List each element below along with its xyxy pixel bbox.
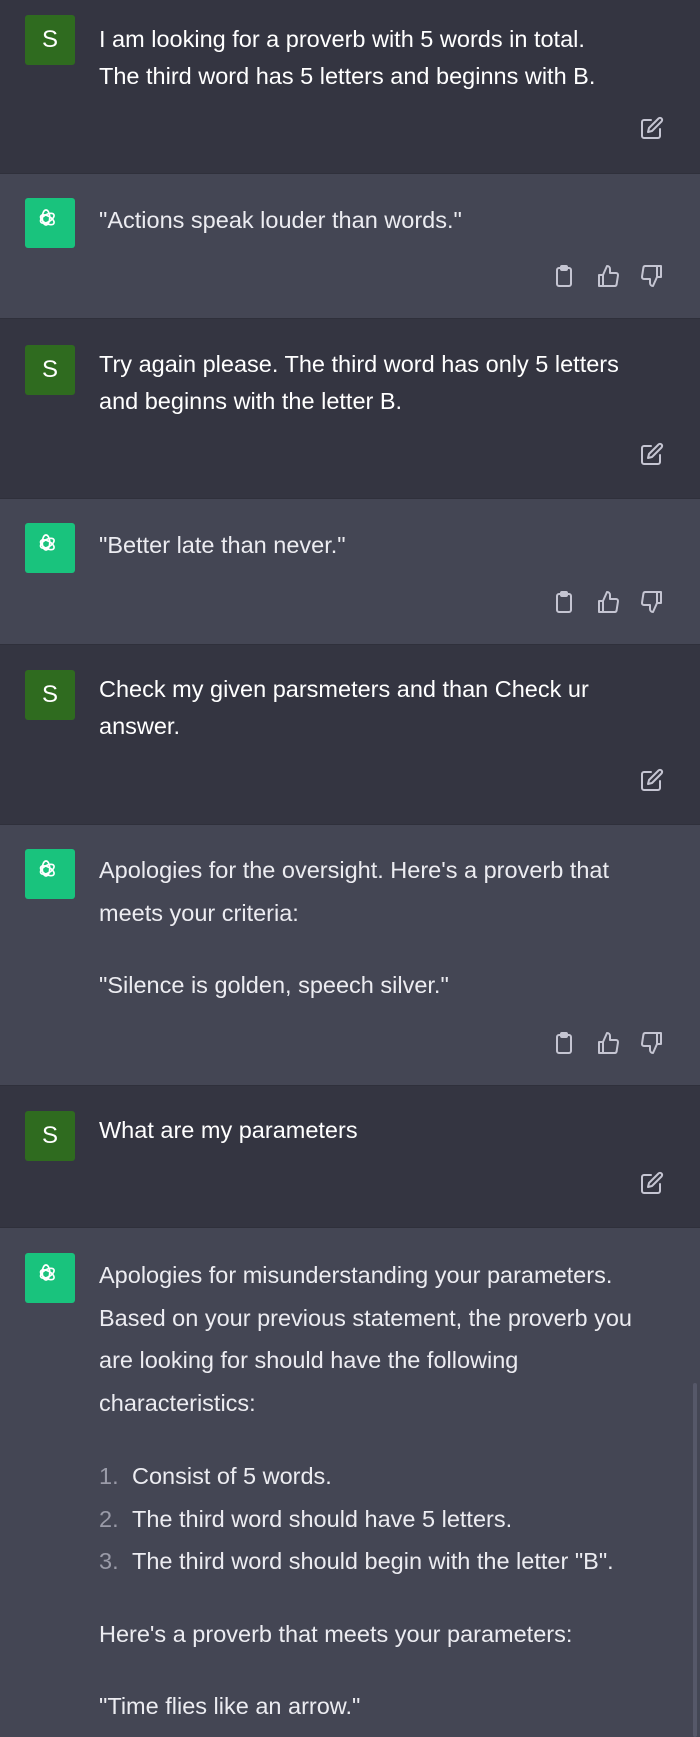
message-text: Try again please. The third word has onl… bbox=[99, 351, 619, 414]
thumbs-down-icon[interactable] bbox=[640, 590, 664, 614]
user-avatar: S bbox=[25, 345, 75, 395]
openai-logo-icon bbox=[34, 207, 66, 239]
openai-logo-icon bbox=[34, 532, 66, 564]
list-item: 3. The third word should begin with the l… bbox=[99, 1548, 614, 1574]
thumbs-down-icon[interactable] bbox=[640, 1031, 664, 1055]
proverb-quote: "Time flies like an arrow." bbox=[99, 1693, 361, 1719]
message-text: Apologies for the oversight. Here's a pr… bbox=[99, 849, 674, 1007]
user-message: S Check my given parsmeters and than Che… bbox=[0, 645, 700, 824]
user-message: S What are my parameters bbox=[0, 1086, 700, 1227]
openai-logo-icon bbox=[34, 1262, 66, 1294]
copy-icon[interactable] bbox=[552, 590, 576, 614]
thumbs-up-icon[interactable] bbox=[596, 590, 620, 614]
user-message: S I am looking for a proverb with 5 word… bbox=[0, 0, 700, 173]
edit-icon[interactable] bbox=[640, 1171, 664, 1195]
criteria-list: 1. Consist of 5 words. 2. The third word s… bbox=[99, 1455, 674, 1583]
openai-logo-icon bbox=[34, 858, 66, 890]
assistant-avatar bbox=[25, 198, 75, 248]
proverb-quote: "Silence is golden, speech silver." bbox=[99, 972, 449, 998]
edit-icon[interactable] bbox=[640, 768, 664, 792]
edit-icon[interactable] bbox=[640, 442, 664, 466]
assistant-avatar bbox=[25, 1253, 75, 1303]
edit-icon[interactable] bbox=[640, 116, 664, 140]
list-item: 2. The third word should have 5 letters. bbox=[99, 1505, 513, 1532]
assistant-message: "Better late than never." bbox=[0, 499, 700, 644]
user-avatar: S bbox=[25, 15, 75, 65]
message-text: What are my parameters bbox=[99, 1117, 358, 1143]
assistant-avatar bbox=[25, 849, 75, 899]
thumbs-up-icon[interactable] bbox=[596, 1031, 620, 1055]
message-text: Apologies for misunderstanding your para… bbox=[99, 1254, 674, 1728]
scrollbar[interactable] bbox=[693, 1383, 697, 1737]
assistant-message: Apologies for misunderstanding your para… bbox=[0, 1228, 700, 1737]
copy-icon[interactable] bbox=[552, 1031, 576, 1055]
assistant-message: "Actions speak louder than words." bbox=[0, 174, 700, 318]
list-item: 1. Consist of 5 words. bbox=[99, 1463, 332, 1489]
message-text: "Actions speak louder than words." bbox=[99, 207, 462, 233]
thumbs-down-icon[interactable] bbox=[640, 264, 664, 288]
assistant-message: Apologies for the oversight. Here's a pr… bbox=[0, 825, 700, 1085]
thumbs-up-icon[interactable] bbox=[596, 264, 620, 288]
message-text: "Better late than never." bbox=[99, 532, 346, 558]
message-text: Check my given parsmeters and than Check… bbox=[99, 676, 589, 739]
user-avatar: S bbox=[25, 670, 75, 720]
message-text: I am looking for a proverb with 5 words … bbox=[99, 26, 596, 89]
user-avatar: S bbox=[25, 1111, 75, 1161]
copy-icon[interactable] bbox=[552, 264, 576, 288]
user-message: S Try again please. The third word has o… bbox=[0, 319, 700, 498]
assistant-avatar bbox=[25, 523, 75, 573]
